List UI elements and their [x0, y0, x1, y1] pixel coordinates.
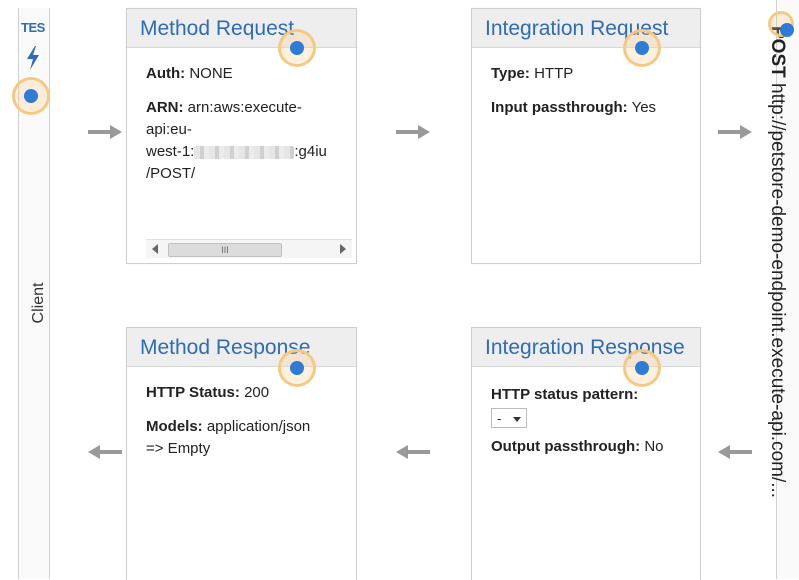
endpoint-label[interactable]: POST http://petstore-demo-endpoint.execu… [766, 26, 788, 498]
type-field: Type: HTTP [491, 63, 696, 85]
models-field: Models: application/json => Empty [146, 416, 352, 460]
input-passthrough-field: Input passthrough: Yes [491, 97, 696, 119]
auth-label: Auth: [146, 65, 186, 82]
status-pattern-select[interactable]: - [491, 408, 527, 428]
http-status-label: HTTP Status: [146, 384, 240, 401]
arn-line-4: /POST/ [146, 165, 196, 182]
scroll-thumb[interactable]: III [168, 243, 282, 257]
arrow-left-icon [718, 445, 752, 459]
arrow-left-icon [396, 445, 430, 459]
integration-response-card[interactable]: Integration Response HTTP status pattern… [471, 327, 701, 580]
arn-line-2: api:eu- [146, 121, 192, 138]
integration-request-header[interactable]: Integration Request [472, 9, 700, 48]
type-label: Type: [491, 65, 530, 82]
arn-line-1: arn:aws:execute- [187, 99, 302, 116]
integration-response-title[interactable]: Integration Response [485, 336, 685, 360]
arn-line-3-suffix: :g4iu [294, 143, 327, 160]
type-value: HTTP [534, 65, 574, 82]
arrow-right-icon [88, 125, 122, 139]
method-response-body: HTTP Status: 200 Models: application/jso… [146, 382, 352, 472]
integration-request-body: Type: HTTP Input passthrough: Yes [491, 63, 696, 131]
integration-request-card[interactable]: Integration Request Type: HTTP Input pas… [471, 8, 701, 264]
scroll-right-icon[interactable] [340, 244, 346, 254]
arrow-left-icon [88, 445, 122, 459]
lightning-icon[interactable] [25, 46, 41, 70]
test-link[interactable]: TES [21, 20, 45, 35]
status-pattern-label: HTTP status pattern: [491, 386, 639, 403]
arn-line-3-prefix: west-1: [146, 143, 195, 160]
method-request-body: Auth: NONE ARN: arn:aws:execute- api:eu-… [146, 63, 352, 197]
method-response-card[interactable]: Method Response HTTP Status: 200 Models:… [126, 327, 357, 580]
input-passthrough-value: Yes [631, 99, 657, 116]
arn-field: ARN: arn:aws:execute- api:eu- west-1: :g4… [146, 97, 352, 185]
client-label: Client [30, 282, 47, 324]
auth-field: Auth: NONE [146, 63, 352, 85]
client-hotspot[interactable] [15, 80, 47, 112]
integration-response-body: HTTP status pattern: - Output passthroug… [491, 384, 696, 470]
method-request-card[interactable]: Method Request Auth: NONE ARN: arn:aws:e… [126, 8, 357, 264]
horizontal-scrollbar[interactable]: III [146, 239, 352, 258]
integration-response-header[interactable]: Integration Response [472, 328, 700, 367]
endpoint-hotspot[interactable] [771, 14, 794, 37]
http-status-value: 200 [244, 384, 270, 401]
output-passthrough-value: No [644, 438, 664, 455]
chevron-down-icon [513, 417, 521, 422]
method-request-title[interactable]: Method Request [140, 17, 294, 41]
integration-request-hotspot[interactable] [626, 32, 658, 64]
method-request-hotspot[interactable] [281, 32, 313, 64]
redacted-account-id [194, 145, 295, 159]
integration-response-hotspot[interactable] [626, 352, 658, 384]
output-passthrough-field: Output passthrough: No [491, 436, 696, 458]
method-response-header[interactable]: Method Response [127, 328, 356, 367]
method-request-header[interactable]: Method Request [127, 9, 356, 48]
http-status-field: HTTP Status: 200 [146, 382, 352, 404]
arrow-right-icon [718, 125, 752, 139]
models-value: application/json [206, 418, 311, 435]
endpoint-url: http://petstore-demo-endpoint.execute-ap… [767, 83, 788, 499]
output-passthrough-label: Output passthrough: [491, 438, 641, 455]
arn-label: ARN: [146, 99, 184, 116]
scroll-left-icon[interactable] [152, 244, 158, 254]
models-line-2: => Empty [146, 440, 211, 457]
method-response-hotspot[interactable] [281, 352, 313, 384]
status-pattern-value: - [497, 411, 502, 426]
status-pattern-field: HTTP status pattern: [491, 384, 696, 406]
auth-value: NONE [189, 65, 233, 82]
models-label: Models: [146, 418, 203, 435]
arrow-right-icon [396, 125, 430, 139]
input-passthrough-label: Input passthrough: [491, 99, 628, 116]
